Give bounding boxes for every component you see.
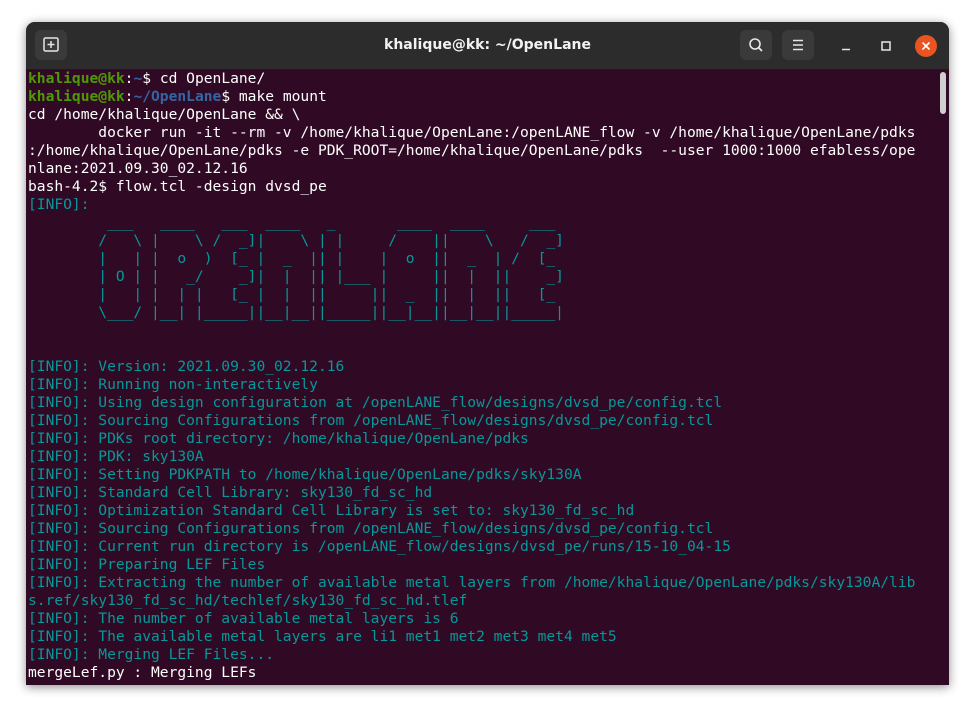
terminal-line: s.ref/sky130_fd_sc_hd/techlef/sky130_fd_… (26, 592, 938, 610)
terminal-text: ~/OpenLane (133, 88, 222, 105)
terminal-text: / \ | \ / _]| \ | | / || \ / _] (28, 232, 564, 249)
terminal-line: / \ | \ / _]| \ | | / || \ / _] (26, 232, 938, 250)
terminal-line: [INFO]: (26, 196, 938, 214)
terminal-line: [INFO]: Using design configuration at /o… (26, 394, 938, 412)
maximize-button[interactable] (875, 35, 897, 57)
terminal-line: khalique@kk:~/OpenLane$ make mount (26, 88, 938, 106)
title-bar[interactable]: khalique@kk: ~/OpenLane (26, 22, 949, 70)
close-button[interactable] (915, 35, 937, 57)
terminal-text: [INFO]: Preparing LEF Files (28, 556, 266, 573)
terminal-text: [INFO]: (28, 196, 90, 213)
terminal-line: ___ ____ ___ ____ _ ____ ____ ___ (26, 214, 938, 232)
terminal-text: :/home/khalique/OpenLane/pdks -e PDK_ROO… (28, 142, 916, 159)
terminal-line: [INFO]: Merging LEF Files... (26, 646, 938, 664)
terminal-text: s.ref/sky130_fd_sc_hd/techlef/sky130_fd_… (28, 592, 468, 609)
terminal-line: [INFO]: The number of available metal la… (26, 610, 938, 628)
terminal-line: [INFO]: Version: 2021.09.30_02.12.16 (26, 358, 938, 376)
terminal-text: [INFO]: Setting PDKPATH to /home/khaliqu… (28, 466, 582, 483)
terminal-line: [INFO]: Current run directory is /openLA… (26, 538, 938, 556)
terminal-text: [INFO]: Extracting the number of availab… (28, 574, 916, 591)
terminal-text: nlane:2021.09.30_02.12.16 (28, 160, 248, 177)
terminal-line: [INFO]: Optimization Standard Cell Libra… (26, 502, 938, 520)
terminal-line: [INFO]: The available metal layers are l… (26, 628, 938, 646)
terminal-line: [INFO]: Sourcing Configurations from /op… (26, 520, 938, 538)
terminal-text: [INFO]: Sourcing Configurations from /op… (28, 520, 714, 537)
terminal-line: [INFO]: Preparing LEF Files (26, 556, 938, 574)
terminal-line: | O | | _/ _]| | || |___ | || | || _] (26, 268, 938, 286)
terminal-window: khalique@kk: ~/OpenLane khalique@kk:~$ c… (26, 22, 949, 685)
terminal-text: ~ (133, 70, 143, 87)
terminal-text: $ make mount (221, 88, 327, 105)
terminal-line: [INFO]: PDKs root directory: /home/khali… (26, 430, 938, 448)
terminal-text: [INFO]: Standard Cell Library: sky130_fd… (28, 484, 433, 501)
terminal-line: [INFO]: Setting PDKPATH to /home/khaliqu… (26, 466, 938, 484)
terminal-line: | | | | | [_ | | || || _ || | || [_ (26, 286, 938, 304)
terminal-text: [INFO]: Merging LEF Files... (28, 646, 275, 663)
terminal-line: nlane:2021.09.30_02.12.16 (26, 160, 938, 178)
terminal-text: | | | o ) [_ | _ || | | o || _ | / [_ (28, 250, 556, 267)
terminal-text: [INFO]: PDK: sky130A (28, 448, 204, 465)
terminal-text: [INFO]: Version: 2021.09.30_02.12.16 (28, 358, 345, 375)
terminal-text: khalique@kk (28, 88, 125, 105)
terminal-text: | | | | | [_ | | || || _ || | || [_ (28, 286, 556, 303)
terminal-line: [INFO]: Standard Cell Library: sky130_fd… (26, 484, 938, 502)
terminal-line: | | | o ) [_ | _ || | | o || _ | / [_ (26, 250, 938, 268)
terminal-output[interactable]: khalique@kk:~$ cd OpenLane/khalique@kk:~… (26, 70, 938, 685)
terminal-text: [INFO]: PDKs root directory: /home/khali… (28, 430, 529, 447)
terminal-line: :/home/khalique/OpenLane/pdks -e PDK_ROO… (26, 142, 938, 160)
terminal-text: \___/ |__| |_____||__|__||_____||__|__||… (28, 304, 564, 321)
terminal-text: ___ ____ ___ ____ _ ____ ____ ___ (28, 214, 556, 231)
terminal-line: [INFO]: Extracting the number of availab… (26, 574, 938, 592)
terminal-text: docker run -it --rm -v /home/khalique/Op… (28, 124, 916, 141)
terminal-text: [INFO]: Current run directory is /openLA… (28, 538, 731, 555)
terminal-line: cd /home/khalique/OpenLane && \ (26, 106, 938, 124)
terminal-line: docker run -it --rm -v /home/khalique/Op… (26, 124, 938, 142)
terminal-text: khalique@kk (28, 70, 125, 87)
terminal-text: cd /home/khalique/OpenLane && \ (28, 106, 301, 123)
terminal-line: khalique@kk:~$ cd OpenLane/ (26, 70, 938, 88)
terminal-text: [INFO]: Optimization Standard Cell Libra… (28, 502, 635, 519)
terminal-line: bash-4.2$ flow.tcl -design dvsd_pe (26, 178, 938, 196)
terminal-text: mergeLef.py : Merging LEFs (28, 664, 257, 681)
terminal-text: [INFO]: Running non-interactively (28, 376, 318, 393)
terminal-line: [INFO]: PDK: sky130A (26, 448, 938, 466)
menu-button[interactable] (782, 30, 814, 60)
terminal-line: mergeLef.py : Merging LEFs (26, 664, 938, 682)
terminal-text: bash-4.2$ flow.tcl -design dvsd_pe (28, 178, 327, 195)
terminal-text: [INFO]: The number of available metal la… (28, 610, 459, 627)
terminal-line: [INFO]: Sourcing Configurations from /op… (26, 412, 938, 430)
terminal-line: [INFO]: Running non-interactively (26, 376, 938, 394)
terminal-text: [INFO]: Sourcing Configurations from /op… (28, 412, 714, 429)
terminal-line: \___/ |__| |_____||__|__||_____||__|__||… (26, 304, 938, 322)
terminal-text: | O | | _/ _]| | || |___ | || | || _] (28, 268, 564, 285)
search-button[interactable] (740, 30, 772, 60)
minimize-button[interactable] (835, 35, 857, 57)
terminal-text: $ cd OpenLane/ (142, 70, 266, 87)
terminal-text: [INFO]: Using design configuration at /o… (28, 394, 723, 411)
terminal-text: [INFO]: The available metal layers are l… (28, 628, 617, 645)
scrollbar-thumb[interactable] (940, 72, 946, 114)
